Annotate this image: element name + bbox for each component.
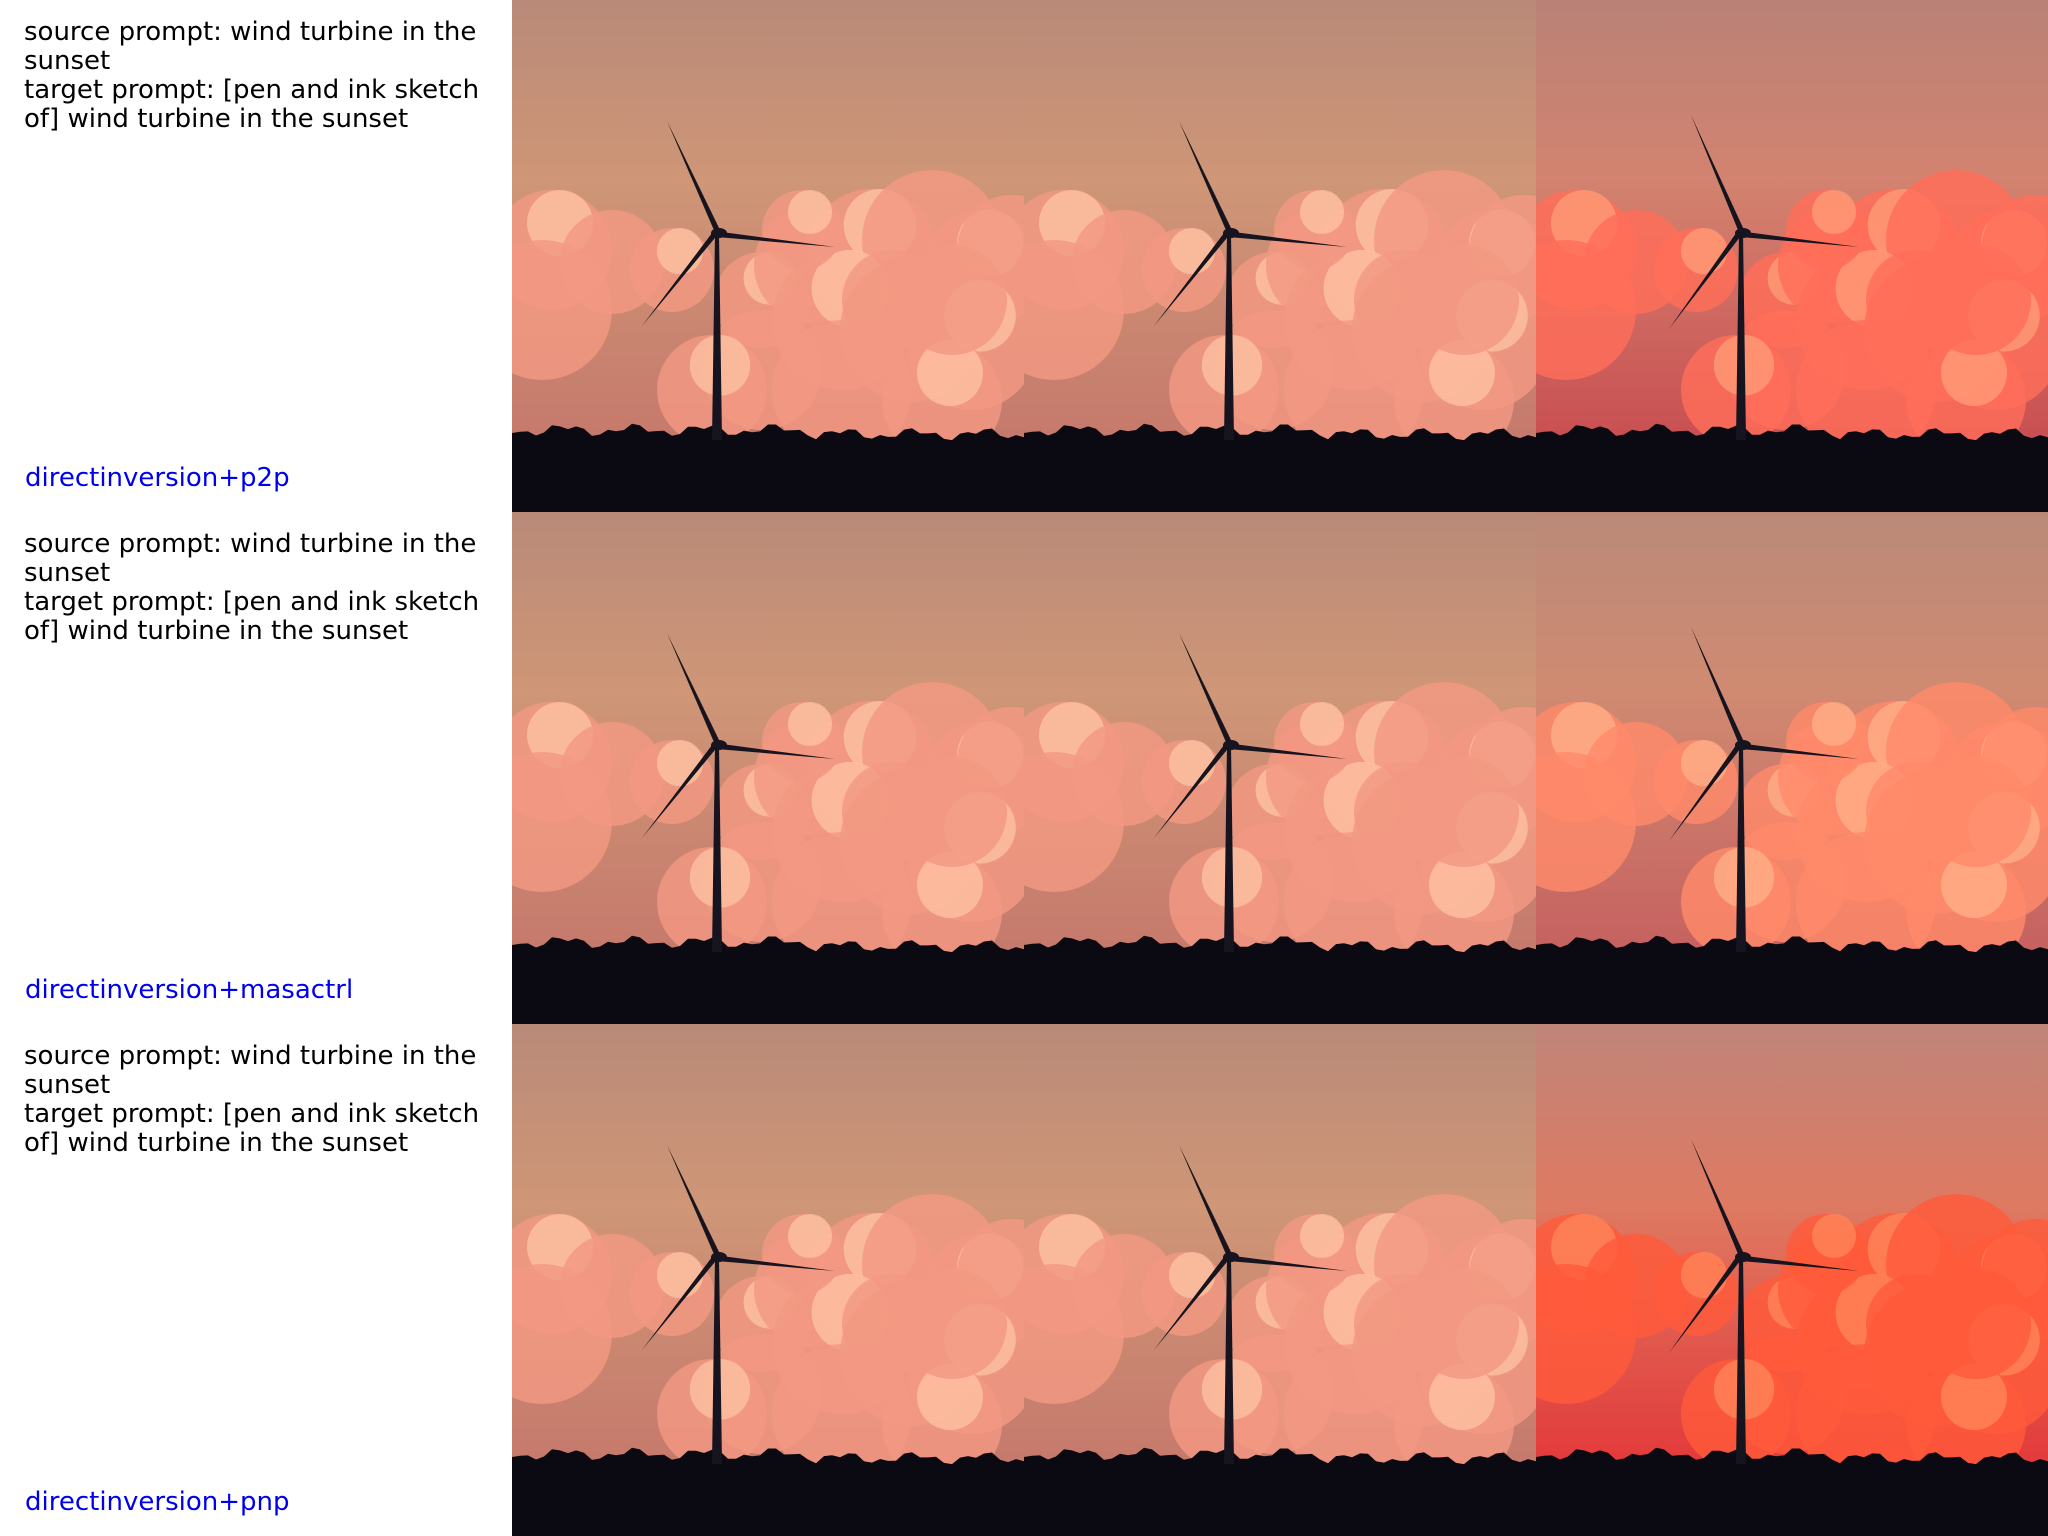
source-prompt: source prompt: wind turbine in the sunse… [24, 1041, 477, 1100]
reconstructed-image [1024, 1024, 1536, 1536]
source-image [512, 0, 1024, 512]
prompt-text: source prompt: wind turbine in the sunse… [24, 1042, 506, 1158]
target-prompt: target prompt: [pen and ink sketch of] w… [24, 587, 480, 646]
method-label: directinversion+p2p [25, 463, 290, 493]
comparison-grid: source prompt: wind turbine in the sunse… [0, 0, 2048, 1536]
edited-image [1536, 1024, 2048, 1536]
reconstructed-image [1024, 0, 1536, 512]
result-row: source prompt: wind turbine in the sunse… [0, 512, 2048, 1024]
target-prompt: target prompt: [pen and ink sketch of] w… [24, 1099, 480, 1158]
method-label: directinversion+pnp [25, 1487, 290, 1517]
source-prompt: source prompt: wind turbine in the sunse… [24, 17, 477, 76]
method-label: directinversion+masactrl [25, 975, 354, 1005]
source-image [512, 512, 1024, 1024]
prompt-panel: source prompt: wind turbine in the sunse… [0, 512, 512, 1024]
prompt-text: source prompt: wind turbine in the sunse… [24, 530, 506, 646]
edited-image [1536, 512, 2048, 1024]
result-row: source prompt: wind turbine in the sunse… [0, 0, 2048, 512]
target-prompt: target prompt: [pen and ink sketch of] w… [24, 75, 480, 134]
result-row: source prompt: wind turbine in the sunse… [0, 1024, 2048, 1536]
prompt-panel: source prompt: wind turbine in the sunse… [0, 0, 512, 512]
source-prompt: source prompt: wind turbine in the sunse… [24, 529, 477, 588]
edited-image [1536, 0, 2048, 512]
reconstructed-image [1024, 512, 1536, 1024]
prompt-text: source prompt: wind turbine in the sunse… [24, 18, 506, 134]
prompt-panel: source prompt: wind turbine in the sunse… [0, 1024, 512, 1536]
source-image [512, 1024, 1024, 1536]
